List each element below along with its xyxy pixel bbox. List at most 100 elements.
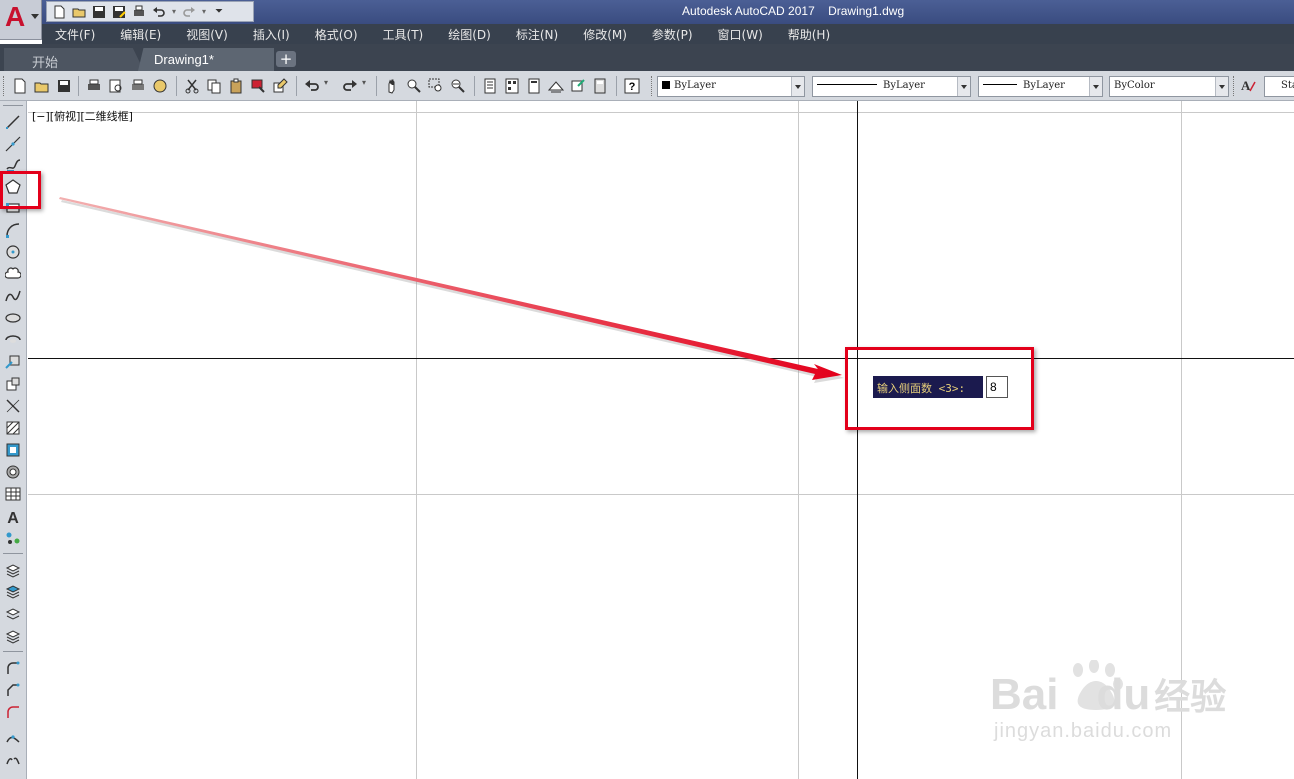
menu-window[interactable]: 窗口(W) bbox=[705, 26, 775, 43]
plot-preview-icon[interactable] bbox=[108, 78, 124, 94]
insert-block-icon[interactable] bbox=[4, 353, 22, 371]
zoom-realtime-icon[interactable] bbox=[406, 78, 422, 94]
layer-states-icon[interactable] bbox=[4, 583, 22, 601]
zoom-previous-icon[interactable] bbox=[450, 78, 466, 94]
ellipse-arc-icon[interactable] bbox=[4, 331, 22, 349]
menu-help[interactable]: 帮助(H) bbox=[775, 26, 842, 43]
layer-previous-icon[interactable] bbox=[4, 561, 22, 579]
region-icon[interactable] bbox=[4, 463, 22, 481]
ellipse-icon[interactable] bbox=[4, 309, 22, 327]
point-icon[interactable] bbox=[4, 397, 22, 415]
menu-modify[interactable]: 修改(M) bbox=[570, 26, 639, 43]
make-block-icon[interactable] bbox=[4, 375, 22, 393]
undo-dropdown-icon[interactable]: ▾ bbox=[324, 78, 332, 94]
sides-input[interactable]: 8 bbox=[986, 376, 1008, 398]
save-as-icon[interactable] bbox=[110, 3, 128, 20]
quickcalc-icon[interactable] bbox=[592, 78, 608, 94]
circle-icon[interactable] bbox=[4, 243, 22, 261]
grid-line bbox=[416, 101, 417, 779]
sheet-set-icon[interactable] bbox=[547, 78, 565, 94]
line-icon[interactable] bbox=[4, 113, 22, 131]
save-icon[interactable] bbox=[56, 78, 72, 94]
menu-dimension[interactable]: 标注(N) bbox=[503, 26, 570, 43]
revision-cloud-icon[interactable] bbox=[4, 265, 22, 283]
menu-draw[interactable]: 绘图(D) bbox=[435, 26, 503, 43]
properties-icon[interactable] bbox=[482, 78, 498, 94]
break-icon[interactable] bbox=[4, 751, 22, 769]
open-icon[interactable] bbox=[70, 3, 88, 20]
menu-parametric[interactable]: 参数(P) bbox=[639, 26, 705, 43]
tab-drawing1[interactable]: Drawing1* × bbox=[138, 48, 274, 71]
undo-icon[interactable] bbox=[304, 78, 320, 94]
plotstyle-control-dropdown[interactable]: ByColor bbox=[1109, 76, 1229, 97]
new-tab-button[interactable]: + bbox=[276, 51, 296, 67]
redo-dropdown-icon[interactable]: ▾ bbox=[362, 78, 370, 94]
undo-dropdown-icon[interactable]: ▾ bbox=[170, 3, 178, 20]
cut-icon[interactable] bbox=[184, 78, 200, 94]
menu-insert[interactable]: 插入(I) bbox=[240, 26, 302, 43]
markup-icon[interactable] bbox=[570, 78, 586, 94]
redo-icon[interactable] bbox=[180, 3, 198, 20]
menu-format[interactable]: 格式(O) bbox=[302, 26, 370, 43]
toolbar-grip[interactable] bbox=[651, 76, 653, 96]
menu-tools[interactable]: 工具(T) bbox=[370, 26, 436, 43]
table-icon[interactable] bbox=[4, 485, 22, 503]
linetype-control-dropdown[interactable]: ByLayer bbox=[812, 76, 971, 97]
linetype-control-value: ByLayer bbox=[883, 80, 925, 91]
layer-isolate-icon[interactable] bbox=[4, 605, 22, 623]
zoom-window-icon[interactable] bbox=[428, 78, 444, 94]
tab-start[interactable]: 开始 bbox=[4, 48, 144, 71]
new-icon[interactable] bbox=[50, 3, 68, 20]
toolbar-separator bbox=[176, 76, 177, 96]
qnew-icon[interactable] bbox=[12, 78, 28, 94]
redo-dropdown-icon[interactable]: ▾ bbox=[200, 3, 208, 20]
chamfer-icon[interactable] bbox=[4, 681, 22, 699]
arc-icon[interactable] bbox=[4, 221, 22, 239]
join-icon[interactable] bbox=[4, 729, 22, 747]
copy-icon[interactable] bbox=[206, 78, 222, 94]
paste-icon[interactable] bbox=[228, 78, 244, 94]
toolbar-grip[interactable] bbox=[3, 105, 23, 106]
block-editor-icon[interactable] bbox=[272, 78, 288, 94]
blend-curves-icon[interactable] bbox=[4, 703, 22, 721]
menu-file[interactable]: 文件(F) bbox=[42, 26, 107, 43]
open-icon[interactable] bbox=[34, 78, 50, 94]
redo-icon[interactable] bbox=[342, 78, 358, 94]
multiline-text-icon[interactable]: A bbox=[4, 507, 22, 525]
undo-icon[interactable] bbox=[150, 3, 168, 20]
pan-icon[interactable] bbox=[384, 78, 400, 94]
print-icon[interactable] bbox=[130, 3, 148, 20]
construction-line-icon[interactable] bbox=[4, 135, 22, 153]
help-icon[interactable]: ? bbox=[624, 78, 640, 94]
hatch-icon[interactable] bbox=[4, 419, 22, 437]
plot-icon[interactable] bbox=[86, 78, 102, 94]
menu-view[interactable]: 视图(V) bbox=[173, 26, 240, 43]
baidu-watermark: Bai du 经验 jingyan.baidu.com bbox=[990, 659, 1240, 773]
3d-print-icon[interactable] bbox=[152, 78, 168, 94]
fillet-icon[interactable] bbox=[4, 659, 22, 677]
save-icon[interactable] bbox=[90, 3, 108, 20]
application-menu-button[interactable]: A bbox=[0, 0, 42, 40]
spline-icon[interactable] bbox=[4, 287, 22, 305]
toolbar-grip[interactable] bbox=[3, 76, 5, 96]
match-properties-icon[interactable] bbox=[250, 78, 266, 94]
viewport-controls[interactable]: [−][俯视][二维线框] bbox=[32, 108, 133, 124]
file-tabs-bar: 开始 Drawing1* × bbox=[0, 44, 1294, 71]
close-icon[interactable]: × bbox=[383, 56, 390, 70]
text-style-dropdown[interactable]: Sta bbox=[1264, 76, 1294, 97]
text-style-icon[interactable]: A bbox=[1240, 77, 1256, 93]
customize-qat-icon[interactable]: ⏷ bbox=[210, 3, 228, 20]
menu-edit[interactable]: 编辑(E) bbox=[107, 26, 173, 43]
color-control-dropdown[interactable]: ByLayer bbox=[657, 76, 805, 97]
publish-icon[interactable] bbox=[130, 78, 146, 94]
gradient-icon[interactable] bbox=[4, 441, 22, 459]
layer-walk-icon[interactable] bbox=[4, 627, 22, 645]
command-prompt-label: 输入侧面数 <3>: bbox=[873, 376, 983, 398]
tool-palettes-icon[interactable] bbox=[526, 78, 542, 94]
watermark-cn: 经验 bbox=[1154, 676, 1227, 717]
design-center-icon[interactable] bbox=[504, 78, 520, 94]
toolbar-grip[interactable] bbox=[1233, 76, 1235, 96]
chevron-down-icon bbox=[1089, 77, 1102, 96]
add-selected-icon[interactable] bbox=[4, 529, 22, 547]
lineweight-control-dropdown[interactable]: ByLayer bbox=[978, 76, 1103, 97]
